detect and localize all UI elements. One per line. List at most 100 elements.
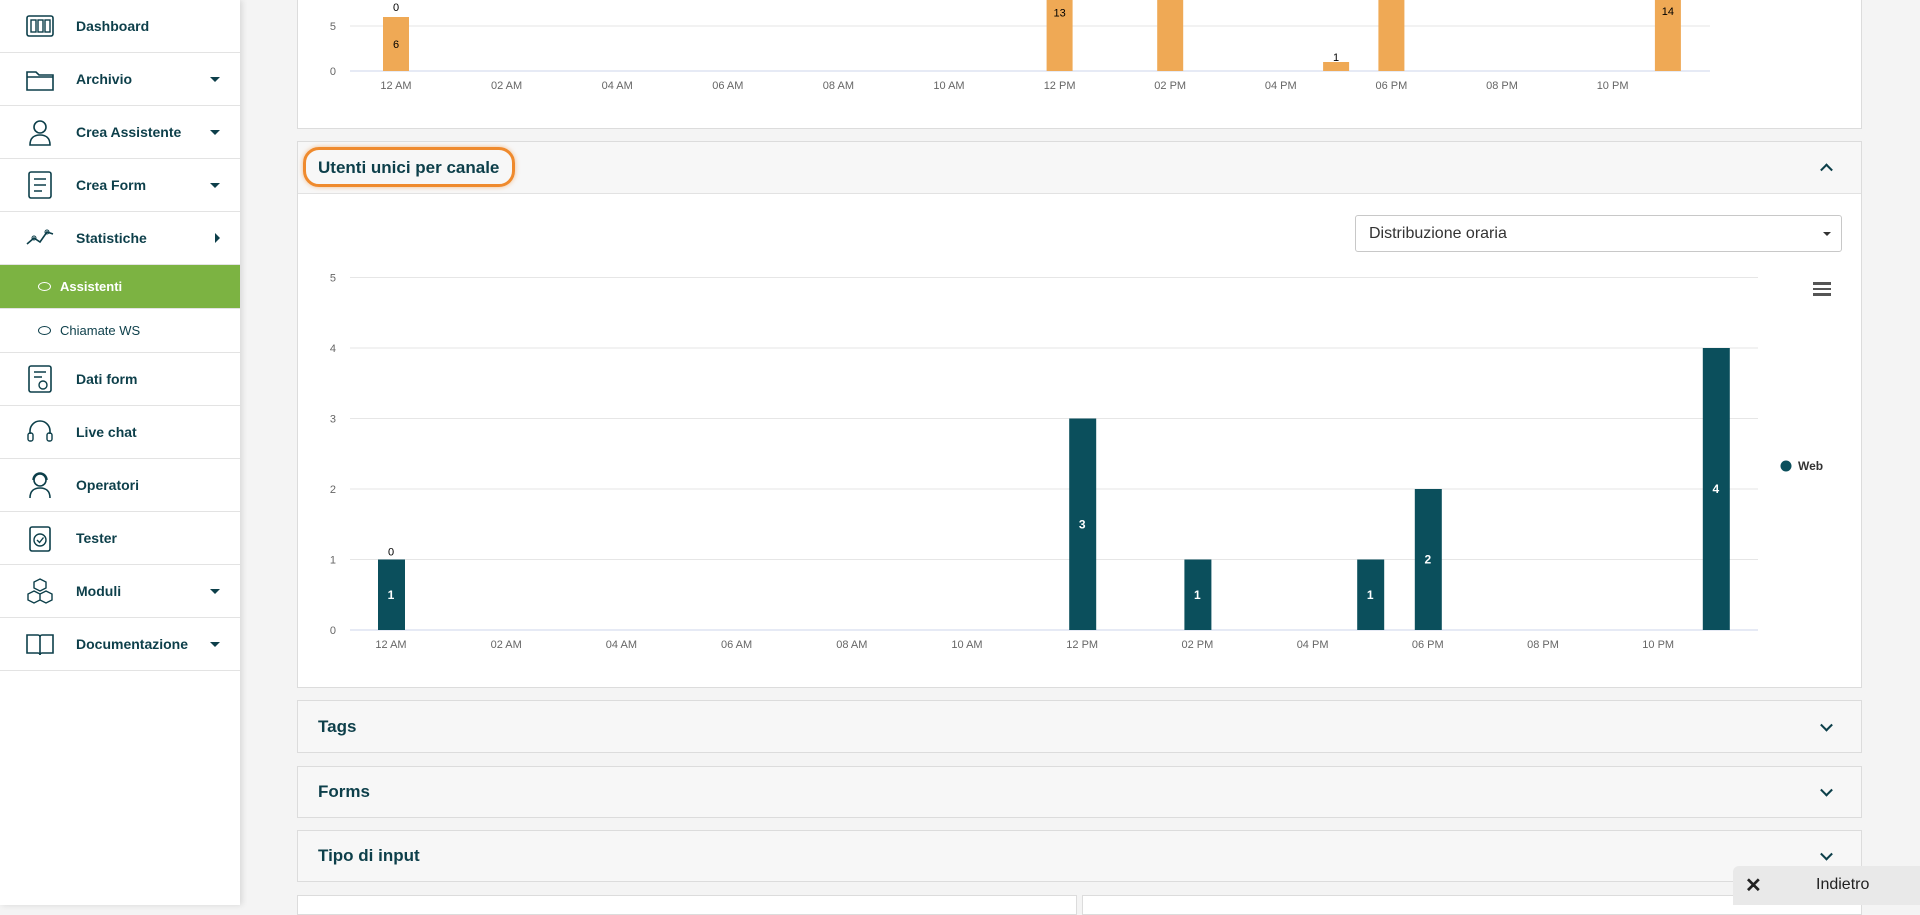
sidebar-item-moduli[interactable]: Moduli bbox=[0, 565, 240, 618]
sidebar-item-statistiche[interactable]: Statistiche bbox=[0, 212, 240, 265]
x-tick-label: 10 PM bbox=[1597, 80, 1629, 92]
collapse-chevron-icon[interactable] bbox=[1820, 162, 1833, 176]
x-tick-label: 10 AM bbox=[951, 639, 982, 651]
back-button-label: Indietro bbox=[1816, 876, 1870, 893]
utenti-panel-header[interactable]: Utenti unici per canale bbox=[298, 142, 1861, 194]
x-tick-label: 04 AM bbox=[602, 80, 633, 92]
x-tick-label: 02 AM bbox=[491, 639, 522, 651]
headset-icon bbox=[27, 420, 53, 442]
total-label: 0 bbox=[388, 547, 394, 559]
sidebar-item-documentazione[interactable]: Documentazione bbox=[0, 618, 240, 671]
sidebar-subitem-label: Assistenti bbox=[60, 279, 123, 294]
cubes-icon bbox=[27, 578, 53, 604]
forms-panel-title: Forms bbox=[318, 782, 370, 801]
bottom-card-left bbox=[297, 895, 1077, 915]
expand-chevron-icon[interactable] bbox=[1820, 783, 1833, 797]
sidebar-item-dashboard[interactable]: Dashboard bbox=[0, 0, 240, 53]
sidebar-item-label: Documentazione bbox=[76, 636, 189, 652]
bar bbox=[1157, 0, 1184, 71]
x-tick-label: 06 PM bbox=[1376, 80, 1408, 92]
data-label: 6 bbox=[393, 39, 399, 51]
sidebar-subitem-label: Chiamate WS bbox=[60, 323, 141, 338]
sidebar-item-label: Dashboard bbox=[76, 18, 150, 34]
x-tick-label: 04 PM bbox=[1297, 639, 1329, 651]
utenti-panel-title: Utenti unici per canale bbox=[318, 157, 500, 177]
bubble-icon bbox=[38, 326, 51, 335]
y-tick-label: 2 bbox=[330, 484, 336, 496]
y-tick-label: 5 bbox=[330, 273, 336, 285]
tipo-input-panel[interactable]: Tipo di input bbox=[297, 830, 1862, 882]
sidebar-item-live-chat[interactable]: Live chat bbox=[0, 406, 240, 459]
x-tick-label: 06 AM bbox=[712, 80, 743, 92]
tags-panel-title: Tags bbox=[318, 716, 357, 736]
chevron-down-icon bbox=[210, 76, 220, 82]
total-label: 0 bbox=[393, 2, 399, 14]
data-label: 1 bbox=[1194, 588, 1201, 602]
sidebar-item-crea-form[interactable]: Crea Form bbox=[0, 159, 240, 212]
data-label: 2 bbox=[1424, 553, 1431, 567]
chart-menu-icon[interactable] bbox=[1813, 282, 1831, 296]
x-tick-label: 04 AM bbox=[606, 639, 637, 651]
utenti-hourly-chart: 0 1 2 3 4 5 12 AM 02 AM 04 AM 06 AM 08 AM 10 AM 12 P… bbox=[330, 273, 1823, 652]
tags-panel-header[interactable]: Tags bbox=[298, 701, 1861, 752]
expand-chevron-icon[interactable] bbox=[1820, 718, 1833, 732]
sidebar-item-label: Moduli bbox=[76, 583, 122, 599]
bubble-icon bbox=[38, 282, 51, 291]
y-tick-label: 4 bbox=[330, 343, 336, 355]
sidebar-item-label: Live chat bbox=[76, 424, 137, 440]
chevron-down-icon bbox=[210, 129, 220, 135]
forms-panel[interactable]: Forms bbox=[297, 766, 1862, 818]
sidebar-item-label: Crea Assistente bbox=[76, 124, 182, 140]
data-label: 4 bbox=[1712, 482, 1719, 496]
messages-hourly-chart: 0 5 12 AM 02 AM 04 AM 06 AM 08 AM 10 AM 12 PM 02 … bbox=[330, 0, 1710, 92]
x-tick-label: 08 PM bbox=[1486, 80, 1518, 92]
sidebar-item-label: Archivio bbox=[76, 71, 133, 87]
operator-icon bbox=[29, 472, 51, 499]
tipo-input-panel-title: Tipo di input bbox=[318, 846, 420, 865]
x-tick-label: 04 PM bbox=[1265, 80, 1297, 92]
x-tick-label: 08 AM bbox=[836, 639, 867, 651]
data-label: 3 bbox=[1079, 517, 1086, 531]
messages-chart-panel: 0 5 12 AM 02 AM 04 AM 06 AM 08 AM 10 AM 12 PM 02 … bbox=[297, 0, 1862, 129]
sidebar: Dashboard Archivio Crea Assistente Crea … bbox=[0, 0, 240, 905]
legend-marker bbox=[1780, 460, 1792, 472]
bar bbox=[1378, 0, 1405, 71]
x-tick-label: 08 AM bbox=[823, 80, 854, 92]
book-icon bbox=[26, 634, 54, 656]
sidebar-item-crea-assistente[interactable]: Crea Assistente bbox=[0, 106, 240, 159]
chevron-down-icon bbox=[210, 641, 220, 647]
y-tick-label: 3 bbox=[330, 414, 336, 426]
chevron-down-icon bbox=[1823, 232, 1831, 236]
data-label: 14 bbox=[1662, 6, 1674, 18]
sidebar-item-dati-form[interactable]: Dati form bbox=[0, 353, 240, 406]
x-tick-label: 06 PM bbox=[1412, 639, 1444, 651]
forms-panel-header[interactable]: Forms bbox=[298, 767, 1861, 817]
back-button[interactable]: ✕ Indietro bbox=[1733, 866, 1920, 905]
sidebar-subitem-assistenti[interactable]: Assistenti bbox=[0, 265, 240, 309]
folder-icon bbox=[26, 71, 54, 91]
data-label: 1 bbox=[388, 588, 395, 602]
x-tick-label: 10 PM bbox=[1642, 639, 1674, 651]
sidebar-subitem-chiamate-ws[interactable]: Chiamate WS bbox=[0, 309, 240, 353]
expand-chevron-icon[interactable] bbox=[1820, 847, 1833, 861]
tags-panel[interactable]: Tags bbox=[297, 700, 1862, 753]
chevron-down-icon bbox=[210, 182, 220, 188]
y-tick-label: 0 bbox=[330, 625, 336, 637]
dashboard-icon bbox=[26, 15, 54, 37]
stats-icon bbox=[26, 229, 54, 245]
x-tick-label: 12 PM bbox=[1066, 639, 1098, 651]
sidebar-item-operatori[interactable]: Operatori bbox=[0, 459, 240, 512]
close-icon[interactable]: ✕ bbox=[1745, 873, 1762, 898]
sidebar-item-label: Tester bbox=[76, 530, 117, 546]
sidebar-item-archivio[interactable]: Archivio bbox=[0, 53, 240, 106]
x-tick-label: 02 PM bbox=[1154, 80, 1186, 92]
x-tick-label: 02 AM bbox=[491, 80, 522, 92]
assistant-icon bbox=[29, 120, 51, 146]
distribution-select[interactable]: Distribuzione oraria bbox=[1355, 215, 1842, 252]
tipo-input-panel-header[interactable]: Tipo di input bbox=[298, 831, 1861, 881]
chevron-right-icon bbox=[215, 233, 220, 243]
x-tick-label: 10 AM bbox=[933, 80, 964, 92]
chevron-down-icon bbox=[210, 588, 220, 594]
sidebar-item-tester[interactable]: Tester bbox=[0, 512, 240, 565]
data-label: 13 bbox=[1053, 8, 1065, 20]
